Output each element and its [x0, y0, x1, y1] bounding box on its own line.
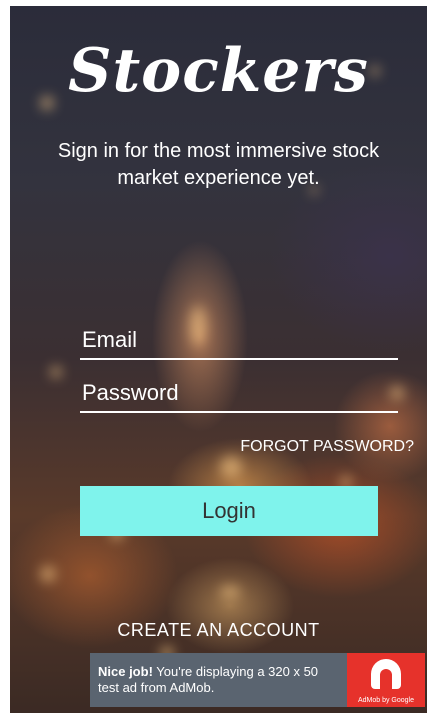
forgot-password-link[interactable]: FORGOT PASSWORD?	[240, 438, 414, 456]
email-field-container	[80, 322, 398, 360]
login-button[interactable]: Login	[80, 486, 378, 536]
ad-brand: AdMob by Google	[357, 697, 415, 704]
login-screen: Stockers Sign in for the most immersive …	[10, 6, 427, 713]
ad-headline: Nice job!	[98, 664, 153, 679]
email-input[interactable]	[80, 322, 398, 358]
admob-logo-icon: AdMob by Google	[347, 653, 425, 707]
tagline: Sign in for the most immersive stock mar…	[57, 140, 380, 189]
create-account-link[interactable]: CREATE AN ACCOUNT	[10, 620, 427, 641]
ad-banner[interactable]: Nice job! You're displaying a 320 x 50 t…	[90, 653, 425, 707]
admob-mark-icon	[371, 659, 401, 689]
app-logo: Stockers	[68, 36, 369, 106]
password-field-container	[80, 375, 398, 413]
password-input[interactable]	[80, 375, 398, 411]
ad-text: Nice job! You're displaying a 320 x 50 t…	[90, 664, 347, 696]
